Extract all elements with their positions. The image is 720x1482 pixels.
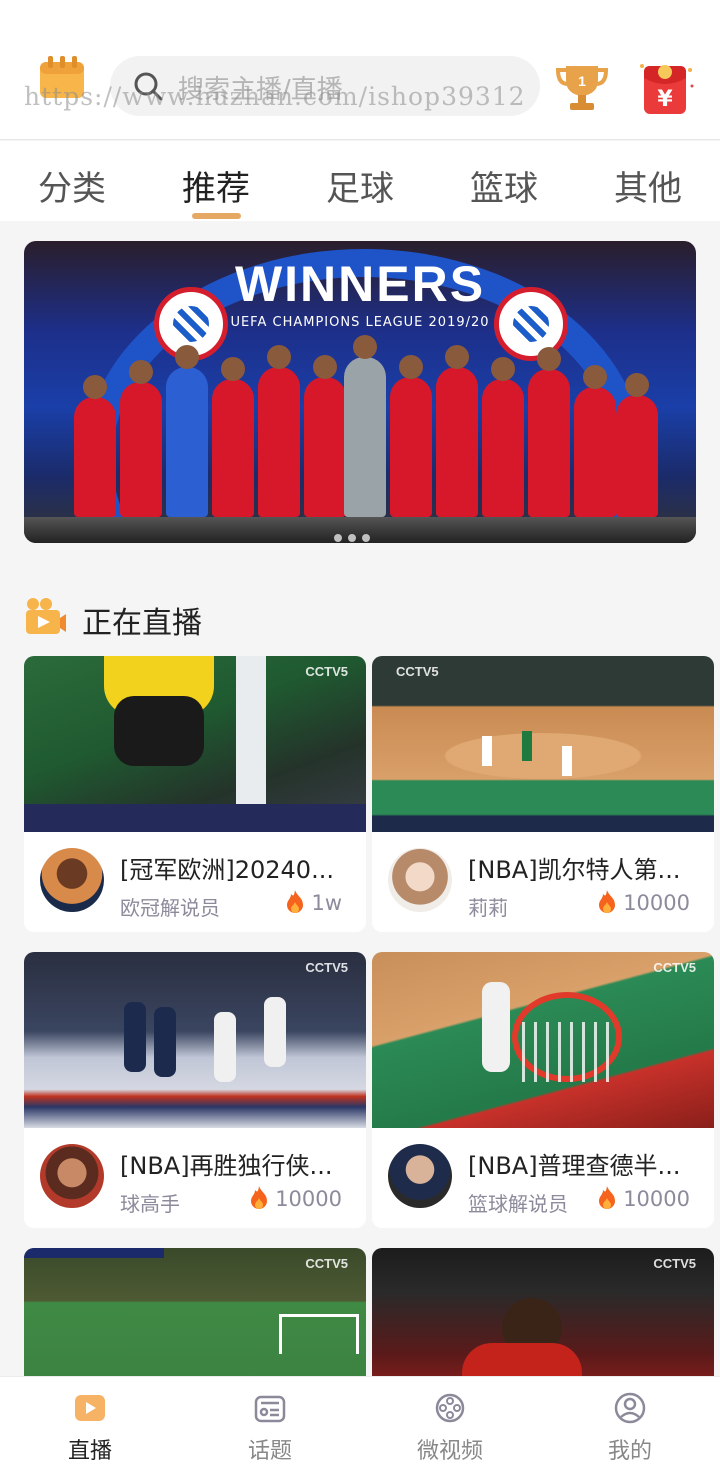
search-icon bbox=[134, 72, 163, 101]
red-packet-symbol: ¥ bbox=[657, 87, 673, 112]
nav-short-video-label: 微视频 bbox=[416, 1439, 483, 1464]
banner-carousel[interactable]: WINNERS UEFA CHAMPIONS LEAGUE 2019/20 bbox=[24, 241, 696, 543]
search-placeholder: 搜索主播/直播 bbox=[178, 75, 343, 105]
live-section-title: 正在直播 bbox=[82, 606, 202, 641]
live-card-title: [冠军欧洲]20240... bbox=[120, 856, 334, 884]
live-camera-icon bbox=[26, 598, 66, 634]
tab-recommend[interactable]: 推荐 bbox=[161, 161, 271, 210]
avatar bbox=[40, 1144, 104, 1208]
active-tab-indicator bbox=[192, 213, 241, 219]
heat-value: 10000 bbox=[623, 891, 690, 915]
live-thumbnail: CCTV5 bbox=[24, 952, 366, 1128]
live-card-heat: 10000 bbox=[597, 890, 690, 915]
live-card-title: [NBA]再胜独行侠... bbox=[120, 1152, 333, 1180]
channel-logo: CCTV5 bbox=[305, 664, 348, 679]
channel-logo: CCTV5 bbox=[305, 1256, 348, 1271]
topic-icon bbox=[254, 1395, 286, 1423]
top-bar: 搜索主播/直播 https://www.huzhan.com/ishop3931… bbox=[0, 0, 720, 140]
banner-players bbox=[64, 335, 664, 531]
live-thumbnail: CCTV5 bbox=[372, 656, 714, 832]
red-packet-icon[interactable]: ¥ bbox=[634, 56, 696, 116]
play-icon bbox=[75, 1395, 105, 1421]
avatar bbox=[388, 848, 452, 912]
heat-value: 1w bbox=[311, 891, 342, 915]
tab-basketball[interactable]: 篮球 bbox=[449, 161, 559, 210]
live-card-author: 篮球解说员 bbox=[468, 1192, 568, 1216]
channel-logo: CCTV5 bbox=[396, 664, 439, 679]
nav-live[interactable]: 直播 bbox=[0, 1391, 180, 1465]
avatar bbox=[388, 1144, 452, 1208]
heat-value: 10000 bbox=[623, 1187, 690, 1211]
channel-logo: CCTV5 bbox=[305, 960, 348, 975]
live-card-author: 莉莉 bbox=[468, 896, 508, 920]
fire-icon bbox=[287, 890, 304, 913]
tab-category[interactable]: 分类 bbox=[17, 161, 127, 210]
trophy-icon[interactable]: 1 bbox=[556, 62, 608, 112]
avatar bbox=[40, 848, 104, 912]
channel-logo: CCTV5 bbox=[653, 1256, 696, 1271]
live-card[interactable]: CCTV5 [NBA]普理查德半... 篮球解说员 10000 bbox=[372, 952, 714, 1228]
nav-topics[interactable]: 话题 bbox=[180, 1391, 360, 1465]
live-card-author: 欧冠解说员 bbox=[120, 896, 220, 920]
nav-short-video[interactable]: 微视频 bbox=[360, 1391, 540, 1465]
trophy-rank: 1 bbox=[578, 73, 586, 89]
nav-profile-label: 我的 bbox=[607, 1439, 652, 1464]
live-card-title: [NBA]凯尔特人第... bbox=[468, 856, 681, 884]
fire-icon bbox=[599, 1186, 616, 1209]
film-reel-icon bbox=[435, 1393, 465, 1423]
live-card-author: 球高手 bbox=[120, 1192, 180, 1216]
live-card-title: [NBA]普理查德半... bbox=[468, 1152, 681, 1180]
fire-icon bbox=[599, 890, 616, 913]
category-tabs: 分类 推荐 足球 篮球 其他 bbox=[0, 141, 720, 221]
calendar-icon[interactable] bbox=[38, 56, 86, 100]
live-card[interactable]: CCTV5 [NBA]再胜独行侠... 球高手 10000 bbox=[24, 952, 366, 1228]
live-thumbnail: CCTV5 bbox=[372, 952, 714, 1128]
heat-value: 10000 bbox=[275, 1187, 342, 1211]
profile-icon bbox=[614, 1392, 646, 1424]
nav-topics-label: 话题 bbox=[247, 1439, 292, 1464]
live-card[interactable]: CCTV5 [NBA]凯尔特人第... 莉莉 10000 bbox=[372, 656, 714, 932]
nav-live-label: 直播 bbox=[67, 1439, 112, 1464]
carousel-dots bbox=[334, 527, 434, 542]
search-bar[interactable]: 搜索主播/直播 bbox=[110, 56, 540, 116]
fire-icon bbox=[251, 1186, 268, 1209]
banner-title: WINNERS bbox=[234, 256, 486, 312]
tab-other[interactable]: 其他 bbox=[593, 161, 703, 210]
channel-logo: CCTV5 bbox=[653, 960, 696, 975]
nav-profile[interactable]: 我的 bbox=[540, 1391, 720, 1465]
live-card[interactable]: CCTV5 [冠军欧洲]20240... 欧冠解说员 1w bbox=[24, 656, 366, 932]
live-thumbnail: CCTV5 bbox=[24, 656, 366, 832]
live-card-heat: 10000 bbox=[597, 1186, 690, 1211]
bottom-nav: 直播 话题 微视频 我的 bbox=[0, 1376, 720, 1482]
live-card-heat: 1w bbox=[285, 890, 342, 915]
live-card-heat: 10000 bbox=[249, 1186, 342, 1211]
banner-subtitle: UEFA CHAMPIONS LEAGUE 2019/20 bbox=[230, 315, 490, 330]
tab-football[interactable]: 足球 bbox=[305, 161, 415, 210]
